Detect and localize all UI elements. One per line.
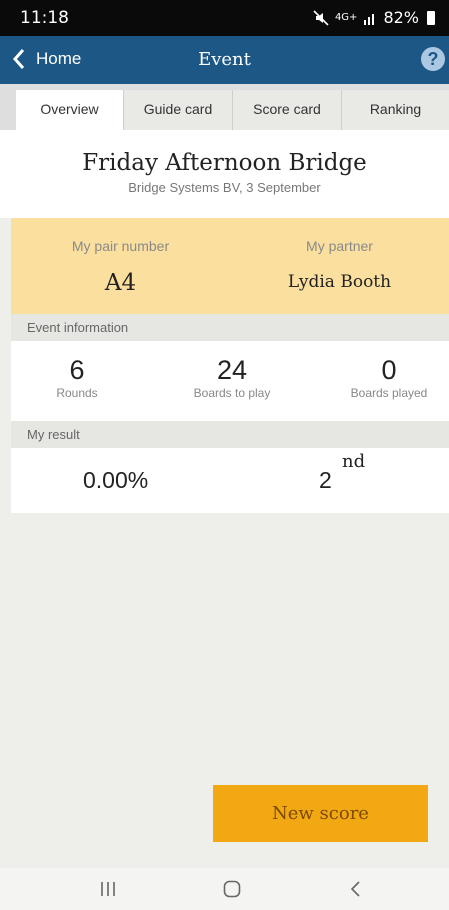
- tab-bar: Overview Guide card Score card Ranking: [0, 84, 449, 130]
- result-rank-suffix: nd: [342, 451, 366, 472]
- signal-icon: [364, 13, 375, 25]
- system-nav-bar: [0, 868, 449, 910]
- status-time: 11:18: [20, 8, 69, 28]
- recents-button[interactable]: [78, 868, 138, 910]
- stat-boards-to-play: 24 Boards to play: [172, 355, 292, 400]
- result-rank: 2: [319, 467, 332, 493]
- stat-label: Boards played: [350, 386, 428, 400]
- partner-label: My partner: [306, 238, 373, 254]
- back-icon: [350, 881, 360, 897]
- event-subtitle: Bridge Systems BV, 3 September: [128, 180, 321, 195]
- tab-score-card[interactable]: Score card: [232, 90, 341, 130]
- status-icons: 4G+ 82%: [313, 8, 435, 27]
- result-percentage: 0.00%: [83, 467, 149, 493]
- network-type: 4G+: [334, 11, 358, 23]
- my-result-heading: My result: [11, 421, 449, 448]
- page-title: Event: [198, 49, 251, 70]
- stat-boards-played: 0 Boards played: [334, 355, 444, 400]
- event-name: Friday Afternoon Bridge: [82, 150, 367, 176]
- pair-number-value: A4: [104, 270, 137, 296]
- back-nav-button[interactable]: [326, 868, 386, 910]
- home-icon: [223, 880, 241, 898]
- stat-value: 6: [69, 355, 85, 385]
- result-row: 0.00% 2 nd: [11, 448, 449, 513]
- event-info-row: 6 Rounds 24 Boards to play 0 Boards play…: [11, 341, 449, 421]
- partner-block: My partner Lydia Booth: [230, 238, 449, 292]
- event-info-heading: Event information: [11, 314, 449, 341]
- tab-overview[interactable]: Overview: [16, 90, 123, 130]
- home-nav-button[interactable]: [202, 868, 262, 910]
- tab-ranking[interactable]: Ranking: [341, 90, 449, 130]
- stat-rounds: 6 Rounds: [37, 355, 117, 400]
- stat-label: Boards to play: [193, 386, 271, 400]
- pair-panel: My pair number A4 My partner Lydia Booth: [11, 218, 449, 314]
- new-score-button[interactable]: New score: [213, 785, 428, 842]
- app-bar: Home Event ?: [0, 36, 449, 84]
- recents-icon: [101, 882, 115, 896]
- tab-guide-card[interactable]: Guide card: [123, 90, 232, 130]
- pair-number-block: My pair number A4: [11, 238, 230, 296]
- help-icon[interactable]: ?: [421, 47, 445, 71]
- stat-label: Rounds: [56, 386, 98, 400]
- battery-icon: [427, 10, 435, 25]
- stat-value: 0: [381, 355, 397, 385]
- battery-percent: 82%: [383, 8, 419, 27]
- mute-icon: [313, 9, 329, 26]
- pair-number-label: My pair number: [71, 238, 170, 254]
- partner-name: Lydia Booth: [287, 272, 392, 292]
- event-header: Friday Afternoon Bridge Bridge Systems B…: [0, 130, 449, 218]
- stat-value: 24: [216, 355, 248, 385]
- status-bar: 11:18 4G+ 82%: [0, 0, 449, 36]
